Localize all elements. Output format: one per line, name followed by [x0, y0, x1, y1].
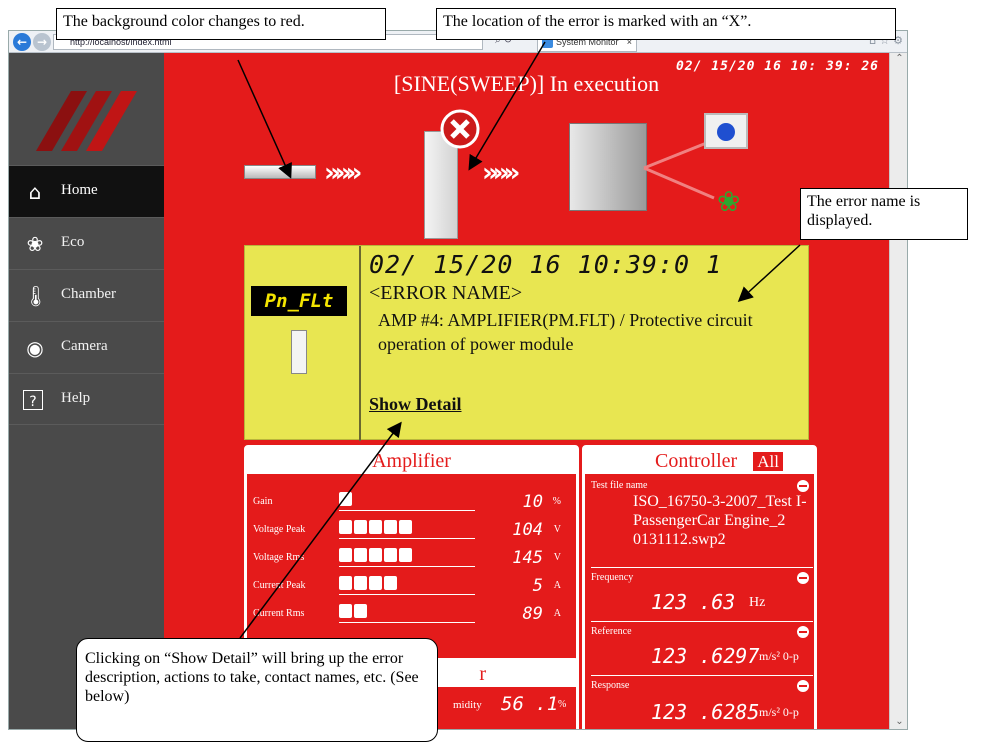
controller-card: Controller All Test file name ISO_16750-…: [582, 445, 817, 729]
error-description: AMP #4: AMPLIFIER(PM.FLT) / Protective c…: [378, 310, 753, 354]
controller-row-frequency: Frequency 123 .63 Hz: [591, 570, 813, 622]
sidebar-item-chamber[interactable]: 🌡 Chamber: [9, 269, 164, 321]
sidebar: ⌂ Home ❀ Eco 🌡 Chamber ◉ Camera ? Help: [9, 53, 164, 729]
sidebar-item-label: Eco: [61, 234, 85, 250]
forward-arrow-icon[interactable]: →: [33, 33, 51, 51]
sidebar-item-camera[interactable]: ◉ Camera: [9, 321, 164, 373]
controller-header: Controller All: [585, 448, 814, 474]
controller-row-testfile: Test file name ISO_16750-3-2007_Test I-P…: [591, 478, 813, 568]
company-logo: [36, 91, 137, 151]
all-button[interactable]: All: [752, 451, 784, 472]
humidity-unit: %: [558, 699, 567, 710]
controller-row-response: Response 123 .6285 m/s² 0-p: [591, 678, 813, 729]
amp-row-current-peak: Current Peak 5A: [253, 576, 561, 596]
home-icon: ⌂: [28, 180, 42, 204]
error-code-display: Pn_FLt: [251, 286, 347, 316]
amp-row-current-rms: Current Rms 89 A: [253, 604, 561, 624]
controller-row-reference: Reference 123 .6297 m/s² 0-p: [591, 624, 813, 676]
browser-window: ← → http://localhost/index.html ⌕ ↻ Syst…: [8, 30, 908, 730]
callout-error-name: The error name is displayed.: [800, 188, 968, 240]
collapse-icon[interactable]: [797, 572, 809, 584]
error-datetime: 02/ 15/20 16 10:39:0 1: [369, 250, 723, 279]
scroll-up-icon[interactable]: ⌃: [890, 53, 907, 64]
callout-show-detail: Clicking on “Show Detail” will bring up …: [76, 638, 438, 742]
scroll-down-icon[interactable]: ⌄: [890, 716, 907, 727]
eco-leaf-icon: ❀: [717, 185, 741, 218]
controller-unit-image: [244, 165, 316, 179]
humidity-label: midity: [453, 699, 482, 711]
help-icon: ?: [23, 390, 43, 410]
humidity-value: 56 .1: [501, 693, 559, 715]
amp-row-gain: Gain 10%: [253, 492, 561, 512]
execution-status: [SINE(SWEEP)] In execution: [393, 71, 660, 96]
sidebar-item-help[interactable]: ? Help: [9, 373, 164, 425]
amplifier-title: Amplifier: [247, 448, 576, 474]
amp-row-voltage-rms: Voltage Rms 145 V: [253, 548, 561, 568]
sidebar-item-label: Camera: [61, 338, 108, 354]
controller-title: Controller: [655, 450, 738, 472]
thermometer-icon: 🌡: [23, 284, 49, 308]
sidebar-item-label: Home: [61, 182, 98, 198]
error-name-label: <ERROR NAME>: [369, 282, 523, 304]
show-detail-link[interactable]: Show Detail: [369, 394, 462, 415]
flow-arrows-icon: »»»: [482, 158, 520, 188]
callout-background: The background color changes to red.: [56, 8, 386, 40]
collapse-icon[interactable]: [797, 480, 809, 492]
main-panel: 02/ 15/20 16 10: 39: 26 [SINE(SWEEP)] In…: [164, 53, 889, 729]
callout-error-location: The location of the error is marked with…: [436, 8, 896, 40]
leaf-icon: ❀: [26, 232, 44, 256]
sidebar-item-home[interactable]: ⌂ Home: [9, 165, 164, 217]
monitor-icon: [704, 113, 748, 149]
sidebar-item-label: Help: [61, 390, 91, 406]
error-panel: Pn_FLt 02/ 15/20 16 10:39:0 1 <ERROR NAM…: [244, 245, 809, 441]
camera-icon: ◉: [26, 336, 44, 360]
sidebar-item-label: Chamber: [61, 286, 116, 302]
cabinet-icon: [291, 330, 307, 374]
back-arrow-icon[interactable]: ←: [13, 33, 31, 51]
test-file-name: ISO_16750-3-2007_Test I-PassengerCar Eng…: [633, 493, 807, 548]
flow-arrows-icon: »»»: [324, 158, 362, 188]
collapse-icon[interactable]: [797, 680, 809, 692]
amp-row-voltage-peak: Voltage Peak 104 V: [253, 520, 561, 540]
vertical-scrollbar[interactable]: ⌃ ⌄: [889, 53, 907, 729]
sidebar-item-eco[interactable]: ❀ Eco: [9, 217, 164, 269]
error-x-icon: [440, 109, 480, 149]
collapse-icon[interactable]: [797, 626, 809, 638]
